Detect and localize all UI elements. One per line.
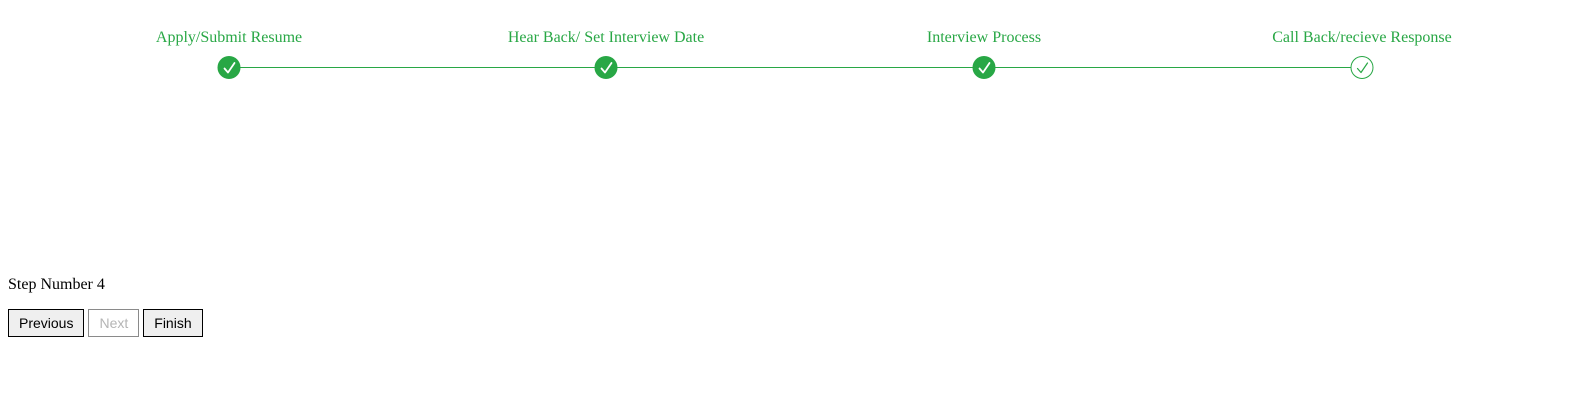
step-connector-3 [984,67,1362,68]
next-button[interactable]: Next [88,309,140,337]
step-4-checkmark-outline-icon[interactable] [1350,56,1374,79]
checkmark-icon [223,61,235,73]
previous-button[interactable]: Previous [8,309,85,337]
step-3-checkmark-icon[interactable] [972,56,996,79]
step-1-checkmark-icon[interactable] [217,56,241,79]
checkmark-icon [978,61,990,73]
progress-stepper: Apply/Submit Resume Hear Back/ Set Inter… [0,0,1577,100]
finish-button[interactable]: Finish [143,309,203,337]
step-connector-1 [229,67,606,68]
wizard-buttons: Previous Next Finish [8,309,203,337]
step-label-call-back: Call Back/recieve Response [1272,29,1452,46]
step-label-apply: Apply/Submit Resume [155,29,303,46]
step-2-checkmark-icon[interactable] [594,56,618,79]
step-connector-2 [606,67,984,68]
step-label-interview: Interview Process [926,29,1042,46]
step-label-hear-back: Hear Back/ Set Interview Date [507,29,705,46]
checkmark-icon [600,61,612,73]
step-number-text: Step Number 4 [8,276,105,293]
checkmark-icon [1356,61,1368,73]
